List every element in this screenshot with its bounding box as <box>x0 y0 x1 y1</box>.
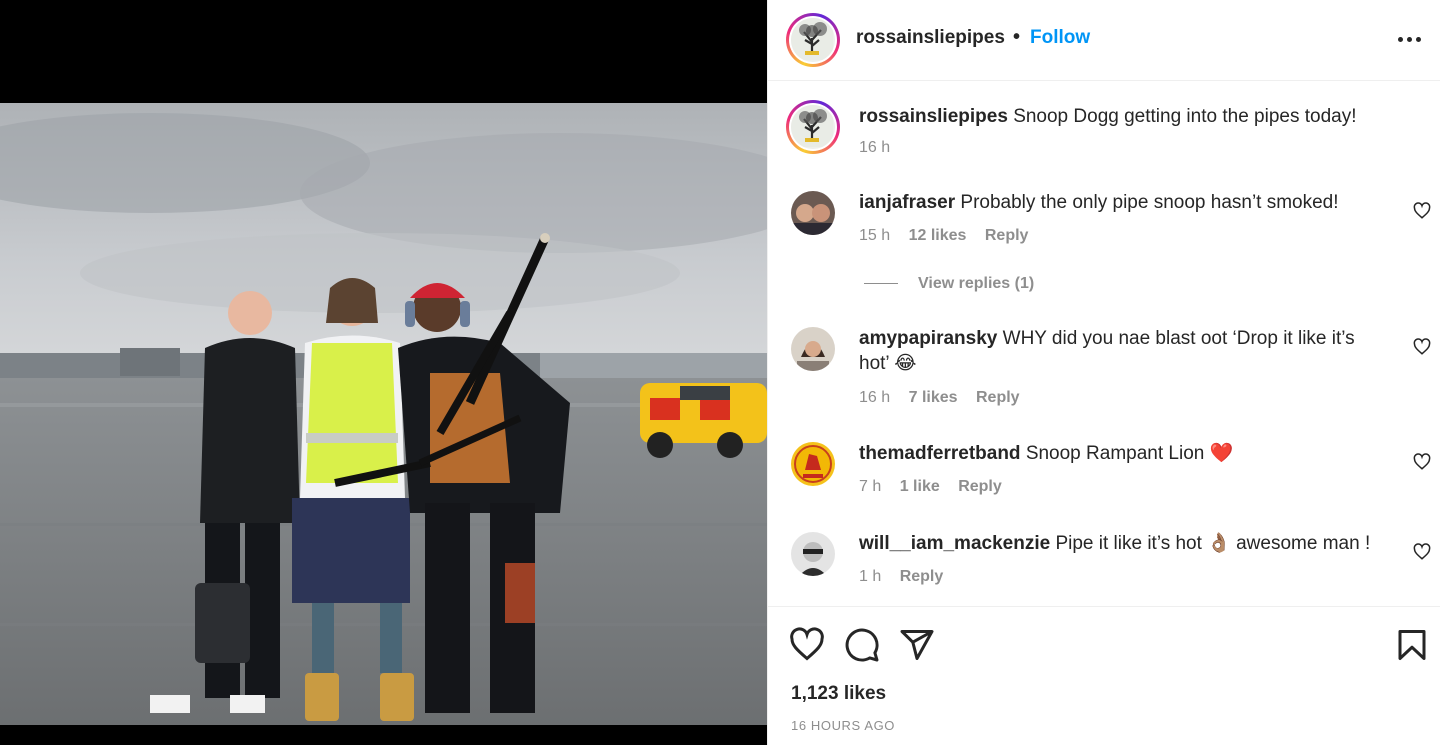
photo-illustration <box>0 103 767 725</box>
reply-button[interactable]: Reply <box>958 478 1002 495</box>
view-replies-button[interactable]: View replies (1) <box>864 275 1034 293</box>
commenter-avatar[interactable] <box>791 442 835 486</box>
author-username[interactable]: rossainsliepipes <box>856 27 1005 49</box>
tree-logo-icon <box>791 18 835 62</box>
tree-logo-icon <box>791 105 835 149</box>
caption-username[interactable]: rossainsliepipes <box>859 106 1008 127</box>
commenter-avatar[interactable] <box>791 327 835 371</box>
reply-button[interactable]: Reply <box>900 568 944 585</box>
comment-like-heart-icon[interactable] <box>1413 453 1431 471</box>
commenter-avatar[interactable] <box>791 532 835 576</box>
post-details-panel: rossainsliepipes • Follow rossainsliepip… <box>767 0 1440 745</box>
comment-likes[interactable]: 1 like <box>900 478 940 495</box>
comment-meta: 15 h 12 likes Reply <box>859 227 1042 245</box>
replies-divider <box>864 283 898 285</box>
comment-time[interactable]: 15 h <box>859 227 890 244</box>
comment-username[interactable]: amypapiransky <box>859 328 997 349</box>
comment-body: Pipe it like it’s hot 👌🏽 awesome man ! <box>1055 533 1371 554</box>
caption-body: Snoop Dogg getting into the pipes today! <box>1013 106 1357 127</box>
follow-button[interactable]: Follow <box>1030 27 1090 49</box>
view-replies-label: View replies (1) <box>918 275 1035 292</box>
comment-likes[interactable]: 7 likes <box>909 389 958 406</box>
comment-body: Snoop Rampant Lion ❤️ <box>1025 443 1234 464</box>
author-avatar[interactable] <box>786 13 840 67</box>
caption-time[interactable]: 16 h <box>859 139 890 156</box>
comment-icon[interactable] <box>844 627 880 663</box>
comments-list[interactable]: rossainsliepipes Snoop Dogg getting into… <box>768 82 1440 606</box>
post-timestamp[interactable]: 16 HOURS AGO <box>791 718 895 733</box>
comment-like-heart-icon[interactable] <box>1413 543 1431 561</box>
bookmark-icon[interactable] <box>1394 627 1430 663</box>
caption-text: rossainsliepipes Snoop Dogg getting into… <box>859 104 1389 129</box>
caption-author-avatar[interactable] <box>786 100 840 154</box>
comment-username[interactable]: will__iam_mackenzie <box>859 533 1050 554</box>
comment-username[interactable]: themadferretband <box>859 443 1021 464</box>
reply-button[interactable]: Reply <box>976 389 1020 406</box>
separator-dot: • <box>1013 26 1021 48</box>
comment-text: ianjafraser Probably the only pipe snoop… <box>859 190 1389 215</box>
more-options-icon[interactable] <box>1396 28 1426 52</box>
reply-button[interactable]: Reply <box>985 227 1029 244</box>
post-header: rossainsliepipes • Follow <box>768 0 1440 81</box>
likes-count[interactable]: 1,123 likes <box>791 683 886 705</box>
commenter-avatar[interactable] <box>791 191 835 235</box>
post-photo[interactable] <box>0 103 767 725</box>
post-actions: 1,123 likes 16 HOURS AGO <box>768 606 1440 745</box>
comment-username[interactable]: ianjafraser <box>859 192 955 213</box>
comment-text: will__iam_mackenzie Pipe it like it’s ho… <box>859 531 1389 556</box>
heart-icon[interactable] <box>789 627 825 663</box>
comment-text: amypapiransky WHY did you nae blast oot … <box>859 326 1389 376</box>
post-media[interactable] <box>0 0 767 745</box>
comment-like-heart-icon[interactable] <box>1413 338 1431 356</box>
send-icon[interactable] <box>899 627 935 663</box>
comment-likes[interactable]: 12 likes <box>909 227 967 244</box>
comment-text: themadferretband Snoop Rampant Lion ❤️ <box>859 441 1389 466</box>
comment-body: Probably the only pipe snoop hasn’t smok… <box>960 192 1339 213</box>
comment-meta: 7 h 1 like Reply <box>859 478 1016 496</box>
comment-time[interactable]: 7 h <box>859 478 881 495</box>
comment-meta: 1 h Reply <box>859 568 957 586</box>
comment-time[interactable]: 1 h <box>859 568 881 585</box>
comment-time[interactable]: 16 h <box>859 389 890 406</box>
comment-like-heart-icon[interactable] <box>1413 202 1431 220</box>
comment-meta: 16 h 7 likes Reply <box>859 389 1034 407</box>
caption-meta: 16 h <box>859 139 904 157</box>
